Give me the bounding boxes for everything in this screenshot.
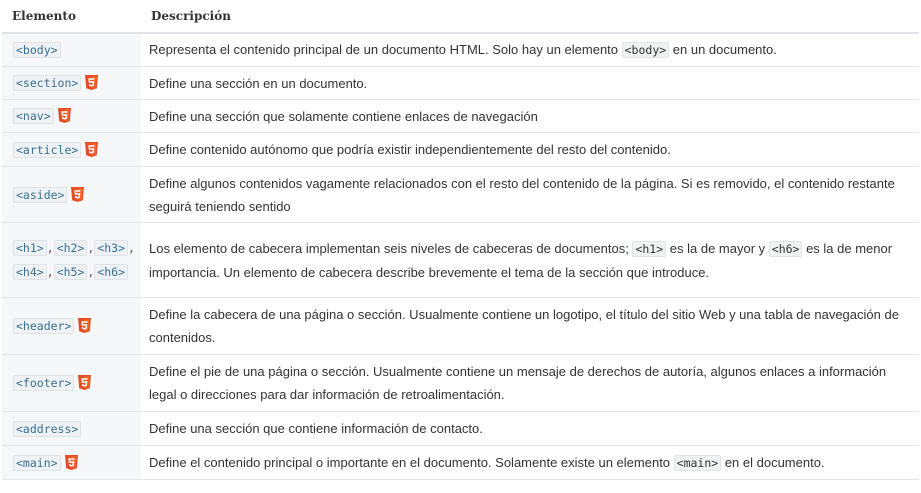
element-cell: <nav> <box>2 99 141 133</box>
description-text: Define algunos contenidos vagamente rela… <box>149 175 895 214</box>
html5-shield-icon <box>78 318 92 333</box>
description-text: Representa el contenido principal de un … <box>149 42 622 57</box>
html5-shield-icon <box>85 141 99 157</box>
element-tag: <h3> <box>94 240 128 256</box>
element-tag: <h6> <box>94 264 128 280</box>
description-text: Define una sección que solamente contien… <box>149 108 538 124</box>
element-cell: <h1>,​<h2>,​<h3>,​<h4>,​<h5>,​<h6> <box>2 222 141 298</box>
description-text: Los elemento de cabecera implementan sei… <box>149 240 633 256</box>
element-cell: <article> <box>2 132 141 167</box>
element-tag: <section> <box>13 75 82 91</box>
description-cell: Define una sección que contiene informac… <box>141 411 919 446</box>
element-tag: <article> <box>13 141 82 158</box>
element-tag: <footer> <box>13 375 75 391</box>
description-text: Define una sección en un documento. <box>149 75 368 91</box>
element-cell: <aside> <box>2 166 141 223</box>
table-row: <body> Representa el contenido principal … <box>2 33 919 67</box>
description-cell: Define una sección que solamente contien… <box>141 99 919 133</box>
html5-shield-icon <box>78 375 92 390</box>
element-tag: <main> <box>13 454 61 471</box>
element-tag: <h4> <box>13 264 47 280</box>
inline-code: <h1> <box>632 240 667 257</box>
description-text: es la de mayor y <box>666 240 769 256</box>
description-text: Define el contenido principal o importan… <box>149 454 674 470</box>
table-row: <address> Define una sección que contiene… <box>2 411 919 446</box>
table-row: <aside> Define algunos contenidos vagamen… <box>2 166 919 223</box>
html5-shield-icon <box>57 108 71 123</box>
table-row: <article> Define contenido autónomo que p… <box>2 132 919 167</box>
element-cell: <footer> <box>2 354 141 412</box>
description-text: Define contenido autónomo que podría exi… <box>149 142 671 157</box>
element-tag: <h2> <box>53 240 88 256</box>
description-cell: Define contenido autónomo que podría exi… <box>141 132 919 167</box>
description-cell: Los elemento de cabecera implementan sei… <box>141 222 919 298</box>
description-text: en un documento. <box>669 42 777 57</box>
description-text: Define la cabecera de una página o secci… <box>149 307 899 345</box>
element-tag: <h1> <box>13 240 47 256</box>
description-cell: Define la cabecera de una página o secci… <box>141 297 919 355</box>
table-row: <h1>,​<h2>,​<h3>,​<h4>,​<h5>,​<h6> Los el… <box>2 222 919 298</box>
element-tag: <aside> <box>13 186 68 203</box>
element-cell: <header> <box>2 297 141 355</box>
element-cell: <address> <box>2 411 141 446</box>
column-header-description: Descripción <box>141 0 919 34</box>
description-text: Define el pie de una página o sección. U… <box>149 364 887 402</box>
element-cell: <body> <box>2 33 141 67</box>
description-text: en el documento. <box>721 454 825 470</box>
html5-shield-icon <box>64 454 78 470</box>
html5-shield-icon <box>85 75 99 90</box>
element-tag: <nav> <box>13 108 54 124</box>
description-text: Define una sección que contiene informac… <box>149 421 483 436</box>
inline-code: <body> <box>621 42 670 58</box>
element-cell: <section> <box>2 66 141 100</box>
inline-code: <h6> <box>768 240 803 257</box>
column-header-element: Elemento <box>2 0 141 34</box>
table-row: <nav> Define una sección que solamente co… <box>2 99 919 133</box>
table-row: <header> Define la cabecera de una página… <box>2 297 919 355</box>
html-elements-table: Elemento Descripción <body> Representa el… <box>2 0 919 480</box>
table-header-row: Elemento Descripción <box>2 0 919 34</box>
html5-shield-icon <box>71 186 85 202</box>
inline-code: <main> <box>673 454 722 471</box>
element-tag: <address> <box>13 420 82 437</box>
element-tag: <body> <box>13 42 61 58</box>
element-cell: <main> <box>2 445 141 480</box>
description-cell: Define una sección en un documento. <box>141 66 919 100</box>
description-cell: Define el pie de una página o sección. U… <box>141 354 919 412</box>
element-tag: <h5> <box>53 264 88 280</box>
table-row: <footer> Define el pie de una página o se… <box>2 354 919 412</box>
element-tag: <header> <box>13 318 75 334</box>
description-cell: Representa el contenido principal de un … <box>141 33 919 67</box>
table-row: <section> Define una sección en un docume… <box>2 66 919 100</box>
description-cell: Define el contenido principal o importan… <box>141 445 919 480</box>
description-cell: Define algunos contenidos vagamente rela… <box>141 166 919 223</box>
table-row: <main> Define el contenido principal o im… <box>2 445 919 480</box>
